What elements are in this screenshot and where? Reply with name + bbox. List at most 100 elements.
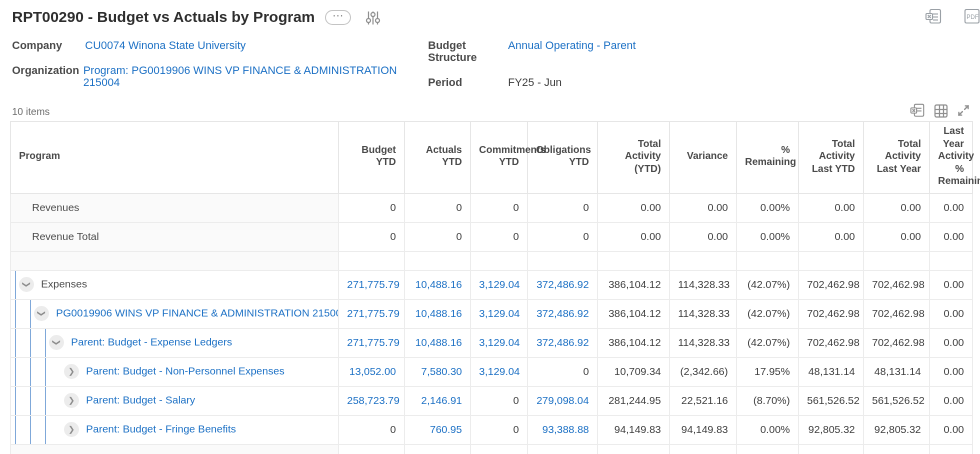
items-count: 10 items — [12, 107, 50, 118]
column-header[interactable]: Total Activity Last YTD — [799, 122, 864, 194]
indent-guide — [30, 387, 31, 415]
program-label[interactable]: Parent: Budget - Expense Ledgers — [71, 337, 232, 349]
expand-chevron-icon[interactable]: ❯ — [64, 364, 79, 379]
export-excel-icon[interactable] — [925, 8, 942, 25]
value-cell: 386,104.12 — [598, 299, 670, 328]
value-cell[interactable]: 10,488.16 — [405, 328, 471, 357]
prompts-sliders-icon[interactable] — [365, 10, 381, 26]
value-cell: 0 — [471, 415, 528, 444]
column-header[interactable]: Total Activity (YTD) — [598, 122, 670, 194]
value-cell: 114,328.33 — [670, 444, 737, 454]
value-cell[interactable]: 271,775.79 — [339, 299, 405, 328]
value-cell: 22,521.16 — [670, 386, 737, 415]
value-cell: 0 — [471, 386, 528, 415]
value-cell: 0 — [405, 193, 471, 222]
column-header[interactable]: Total Activity Last Year — [864, 122, 930, 194]
column-header[interactable]: Variance — [670, 122, 737, 194]
value-cell[interactable]: 13,052.00 — [339, 357, 405, 386]
program-label: Expenses — [41, 279, 87, 291]
column-header[interactable]: Commitments YTD — [471, 122, 528, 194]
value-cell[interactable]: 93,388.88 — [528, 415, 598, 444]
value-cell[interactable]: 372,486.92 — [528, 328, 598, 357]
value-cell: 0.00 — [930, 328, 973, 357]
program-label[interactable]: Parent: Budget - Non-Personnel Expenses — [86, 366, 284, 378]
grid-view-icon[interactable] — [934, 104, 948, 118]
value-cell[interactable]: 3,129.04 — [471, 328, 528, 357]
field-company: Company CU0074 Winona State University — [12, 40, 428, 52]
value-cell: 0 — [471, 222, 528, 251]
value-cell: 0 — [471, 193, 528, 222]
report-page: RPT00290 - Budget vs Actuals by Program … — [0, 0, 980, 454]
export-pdf-icon[interactable]: PDF — [964, 8, 980, 25]
collapse-chevron-icon[interactable]: ❯ — [34, 306, 49, 321]
value-cell[interactable]: 271,775.79 — [339, 328, 405, 357]
value-cell[interactable]: 3,129.04 — [471, 299, 528, 328]
column-header[interactable]: Actuals YTD — [405, 122, 471, 194]
field-value-link[interactable]: Program: PG0019906 WINS VP FINANCE & ADM… — [83, 65, 428, 89]
program-cell: ❯ Parent: Budget - Salary — [11, 386, 339, 415]
header-row: ProgramBudget YTDActuals YTDCommitments … — [11, 122, 973, 194]
value-cell: (8.70%) — [737, 386, 799, 415]
grid-toolbar-actions — [910, 103, 970, 118]
expand-chevron-icon[interactable]: ❯ — [64, 393, 79, 408]
value-cell: (42.07%) — [737, 270, 799, 299]
value-cell: 10,709.34 — [598, 357, 670, 386]
indent-guide — [30, 329, 31, 357]
value-cell[interactable]: 271,775.79 — [339, 270, 405, 299]
value-cell — [598, 251, 670, 270]
value-cell: 702,462.98 — [799, 444, 864, 454]
value-cell[interactable]: 3,129.04 — [471, 270, 528, 299]
column-header[interactable]: Last Year Activity % Remaining — [930, 122, 973, 194]
value-cell: 3,129.04 — [471, 444, 528, 454]
value-cell: (42.07%) — [737, 444, 799, 454]
collapse-chevron-icon[interactable]: ❯ — [49, 335, 64, 350]
value-cell[interactable]: 279,098.04 — [528, 386, 598, 415]
related-actions-button[interactable]: ⋯ — [325, 10, 351, 25]
program-label[interactable]: Parent: Budget - Fringe Benefits — [86, 424, 236, 436]
value-cell[interactable]: 372,486.92 — [528, 270, 598, 299]
field-budget-structure: Budget Structure Annual Operating - Pare… — [428, 40, 636, 64]
value-cell[interactable]: 372,486.92 — [528, 299, 598, 328]
expand-fullscreen-icon[interactable] — [957, 104, 970, 117]
value-cell: (42.07%) — [737, 328, 799, 357]
column-header[interactable]: Budget YTD — [339, 122, 405, 194]
collapse-chevron-icon[interactable]: ❯ — [19, 277, 34, 292]
value-cell[interactable]: 2,146.91 — [405, 386, 471, 415]
program-label[interactable]: Parent: Budget - Salary — [86, 395, 195, 407]
value-cell: 702,462.98 — [799, 299, 864, 328]
field-value-link[interactable]: CU0074 Winona State University — [85, 40, 246, 52]
value-cell[interactable]: 760.95 — [405, 415, 471, 444]
value-cell: 372,486.92 — [528, 444, 598, 454]
column-header[interactable]: % Remaining — [737, 122, 799, 194]
indent-guide — [45, 358, 46, 386]
title-bar-actions: PDF — [925, 8, 980, 25]
value-cell[interactable]: 7,580.30 — [405, 357, 471, 386]
export-excel-icon[interactable] — [910, 103, 925, 118]
program-label[interactable]: PG0019906 WINS VP FINANCE & ADMINISTRATI… — [56, 308, 339, 320]
value-cell: 561,526.52 — [864, 386, 930, 415]
value-cell: 702,462.98 — [799, 270, 864, 299]
program-label: Revenues — [11, 202, 79, 214]
value-cell[interactable]: 10,488.16 — [405, 299, 471, 328]
field-value-link[interactable]: Annual Operating - Parent — [508, 40, 636, 52]
value-cell: 0.00 — [864, 222, 930, 251]
value-cell[interactable]: 10,488.16 — [405, 270, 471, 299]
svg-text:PDF: PDF — [967, 15, 979, 21]
value-cell: 0 — [405, 222, 471, 251]
indent-guide — [30, 358, 31, 386]
value-cell: 10,488.16 — [405, 444, 471, 454]
value-cell: 0.00 — [930, 270, 973, 299]
expand-chevron-icon[interactable]: ❯ — [64, 422, 79, 437]
value-cell — [930, 251, 973, 270]
value-cell — [528, 251, 598, 270]
value-cell: 0 — [339, 193, 405, 222]
column-header[interactable]: Program — [11, 122, 339, 194]
value-cell: 386,104.12 — [598, 444, 670, 454]
value-cell[interactable]: 3,129.04 — [471, 357, 528, 386]
value-cell: 0 — [339, 222, 405, 251]
value-cell: 0.00 — [670, 222, 737, 251]
value-cell: 0 — [339, 415, 405, 444]
column-header[interactable]: Obligations YTD — [528, 122, 598, 194]
program-cell: ❯ Expenses — [11, 270, 339, 299]
value-cell[interactable]: 258,723.79 — [339, 386, 405, 415]
